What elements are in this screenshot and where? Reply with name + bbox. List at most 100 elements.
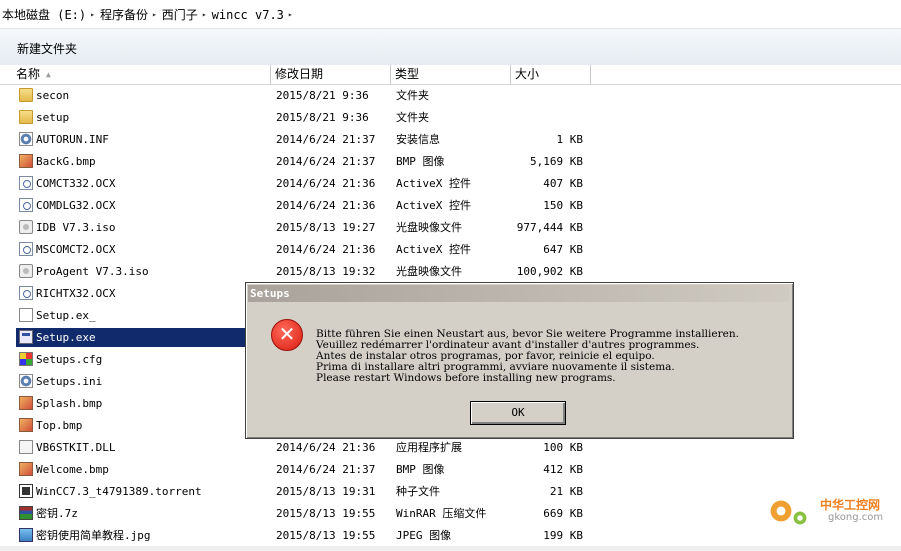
file-type: ActiveX 控件 [396, 199, 471, 212]
dialog-title[interactable]: Setups [248, 285, 789, 302]
file-name: COMCT332.OCX [16, 174, 245, 193]
breadcrumb-folder[interactable]: 程序备份 ▸ [100, 6, 162, 23]
breadcrumb-label: wincc v7.3 [211, 7, 284, 22]
file-name-text: Splash.bmp [36, 397, 103, 410]
file-row[interactable]: 密钥使用简单教程.jpg 2015/8/13 19:55 JPEG 图像 199 KB [12, 526, 612, 545]
image-file-icon [19, 154, 33, 168]
file-name-text: Setup.exe [36, 331, 96, 344]
file-date: 2014/6/24 21:36 [276, 243, 376, 256]
file-name-text: Setups.cfg [36, 353, 103, 366]
file-name-text: IDB V7.3.iso [36, 221, 116, 234]
file-row[interactable]: MSCOMCT2.OCX 2014/6/24 21:36 ActiveX 控件 647… [12, 240, 612, 259]
file-type: BMP 图像 [396, 463, 445, 476]
file-name-text: ProAgent V7.3.iso [36, 265, 149, 278]
address-bar[interactable]: 本地磁盘 (E:) ▸ 程序备份 ▸ 西门子 ▸ wincc v7.3 ▸ [0, 0, 901, 28]
ok-button[interactable]: OK [470, 401, 566, 425]
chevron-right-icon[interactable]: ▸ [202, 10, 207, 19]
file-name-text: 密钥.7z [36, 507, 78, 520]
file-row[interactable]: COMCT332.OCX 2014/6/24 21:36 ActiveX 控件 407… [12, 174, 612, 193]
sort-ascending-icon: ▲ [46, 70, 51, 79]
file-size: 647 KB [543, 243, 583, 256]
image-file-icon [19, 418, 33, 432]
file-type: 文件夹 [396, 111, 429, 124]
file-type: 光盘映像文件 [396, 221, 462, 234]
file-row[interactable]: VB6STKIT.DLL 2014/6/24 21:36 应用程序扩展 100 KB [12, 438, 612, 457]
chevron-right-icon[interactable]: ▸ [90, 10, 95, 19]
image-file-icon [19, 462, 33, 476]
file-name-text: COMDLG32.OCX [36, 199, 116, 212]
file-name-text: Top.bmp [36, 419, 83, 432]
file-name-text: 密钥使用简单教程.jpg [36, 529, 151, 542]
file-row[interactable]: AUTORUN.INF 2014/6/24 21:37 安装信息 1 KB [12, 130, 612, 149]
breadcrumb-label: 本地磁盘 (E:) [2, 8, 87, 22]
file-type: 安装信息 [396, 133, 440, 146]
file-row[interactable]: 密钥.7z 2015/8/13 19:55 WinRAR 压缩文件 669 KB [12, 504, 612, 523]
settings-file-icon [19, 374, 33, 388]
column-header-date[interactable]: 修改日期 [271, 65, 391, 84]
file-name-text: Setups.ini [36, 375, 103, 388]
column-header-name[interactable]: 名称 ▲ [12, 65, 271, 84]
gear-icon [768, 498, 794, 524]
file-size: 412 KB [543, 463, 583, 476]
breadcrumb: 本地磁盘 (E:) ▸ 程序备份 ▸ 西门子 ▸ wincc v7.3 ▸ [2, 6, 298, 23]
file-name-text: RICHTX32.OCX [36, 287, 116, 300]
file-name: secon [16, 86, 245, 105]
file-date: 2014/6/24 21:37 [276, 463, 376, 476]
file-type: ActiveX 控件 [396, 243, 471, 256]
file-row[interactable]: BackG.bmp 2014/6/24 21:37 BMP 图像 5,169 KB [12, 152, 612, 171]
file-row[interactable]: COMDLG32.OCX 2014/6/24 21:36 ActiveX 控件 150… [12, 196, 612, 215]
folder-icon [19, 110, 33, 124]
file-type: 光盘映像文件 [396, 265, 462, 278]
file-row[interactable]: setup 2015/8/21 9:36 文件夹 [12, 108, 612, 127]
file-name: Splash.bmp [16, 394, 245, 413]
file-date: 2015/8/21 9:36 [276, 89, 369, 102]
new-folder-button[interactable]: 新建文件夹 [17, 40, 77, 57]
file-date: 2015/8/13 19:32 [276, 265, 376, 278]
file-name: AUTORUN.INF [16, 130, 245, 149]
file-row[interactable]: secon 2015/8/21 9:36 文件夹 [12, 86, 612, 105]
file-name: Top.bmp [16, 416, 245, 435]
activex-file-icon [19, 286, 33, 300]
file-type: 应用程序扩展 [396, 441, 462, 454]
file-row[interactable]: Welcome.bmp 2014/6/24 21:37 BMP 图像 412 KB [12, 460, 612, 479]
file-name-text: WinCC7.3_t4791389.torrent [36, 485, 202, 498]
file-type: ActiveX 控件 [396, 177, 471, 190]
file-date: 2014/6/24 21:37 [276, 133, 376, 146]
activex-file-icon [19, 198, 33, 212]
file-name-text: AUTORUN.INF [36, 133, 109, 146]
file-date: 2015/8/13 19:55 [276, 507, 376, 520]
breadcrumb-current[interactable]: wincc v7.3 ▸ [212, 8, 298, 22]
file-date: 2014/6/24 21:36 [276, 177, 376, 190]
watermark-logo: 中华工控网 gkong.com [768, 492, 898, 532]
chevron-right-icon[interactable]: ▸ [288, 10, 293, 19]
breadcrumb-folder[interactable]: 西门子 ▸ [162, 6, 212, 23]
file-name-text: Setup.ex_ [36, 309, 96, 322]
file-type: 种子文件 [396, 485, 440, 498]
disc-image-icon [19, 264, 33, 278]
file-size [511, 86, 583, 105]
file-name: MSCOMCT2.OCX [16, 240, 245, 259]
column-header-size[interactable]: 大小 [511, 65, 591, 84]
image-file-icon [19, 396, 33, 410]
breadcrumb-drive[interactable]: 本地磁盘 (E:) ▸ [2, 6, 100, 23]
file-name: 密钥使用简单教程.jpg [16, 526, 245, 545]
breadcrumb-label: 程序备份 [99, 8, 148, 22]
file-name: Setup.ex_ [16, 306, 245, 325]
file-row[interactable]: WinCC7.3_t4791389.torrent 2015/8/13 19:31… [12, 482, 612, 501]
file-name: ProAgent V7.3.iso [16, 262, 245, 281]
setups-dialog: Setups ✕ Bitte führen Sie einen Neustart… [245, 282, 794, 439]
column-header-type[interactable]: 类型 [391, 65, 511, 84]
file-name-text: secon [36, 89, 70, 102]
file-name-text: setup [36, 111, 70, 124]
settings-file-icon [19, 132, 33, 146]
file-name-text: Welcome.bmp [36, 463, 109, 476]
torrent-file-icon [19, 484, 33, 498]
chevron-right-icon[interactable]: ▸ [152, 10, 157, 19]
file-size: 977,444 KB [516, 221, 583, 234]
file-name-text: BackG.bmp [36, 155, 96, 168]
file-size: 21 KB [549, 485, 583, 498]
watermark-text: 中华工控网 [820, 498, 881, 512]
file-row[interactable]: ProAgent V7.3.iso 2015/8/13 19:32 光盘映像文件 10… [12, 262, 612, 281]
file-row[interactable]: IDB V7.3.iso 2015/8/13 19:27 光盘映像文件 977,444… [12, 218, 612, 237]
disc-image-icon [19, 220, 33, 234]
